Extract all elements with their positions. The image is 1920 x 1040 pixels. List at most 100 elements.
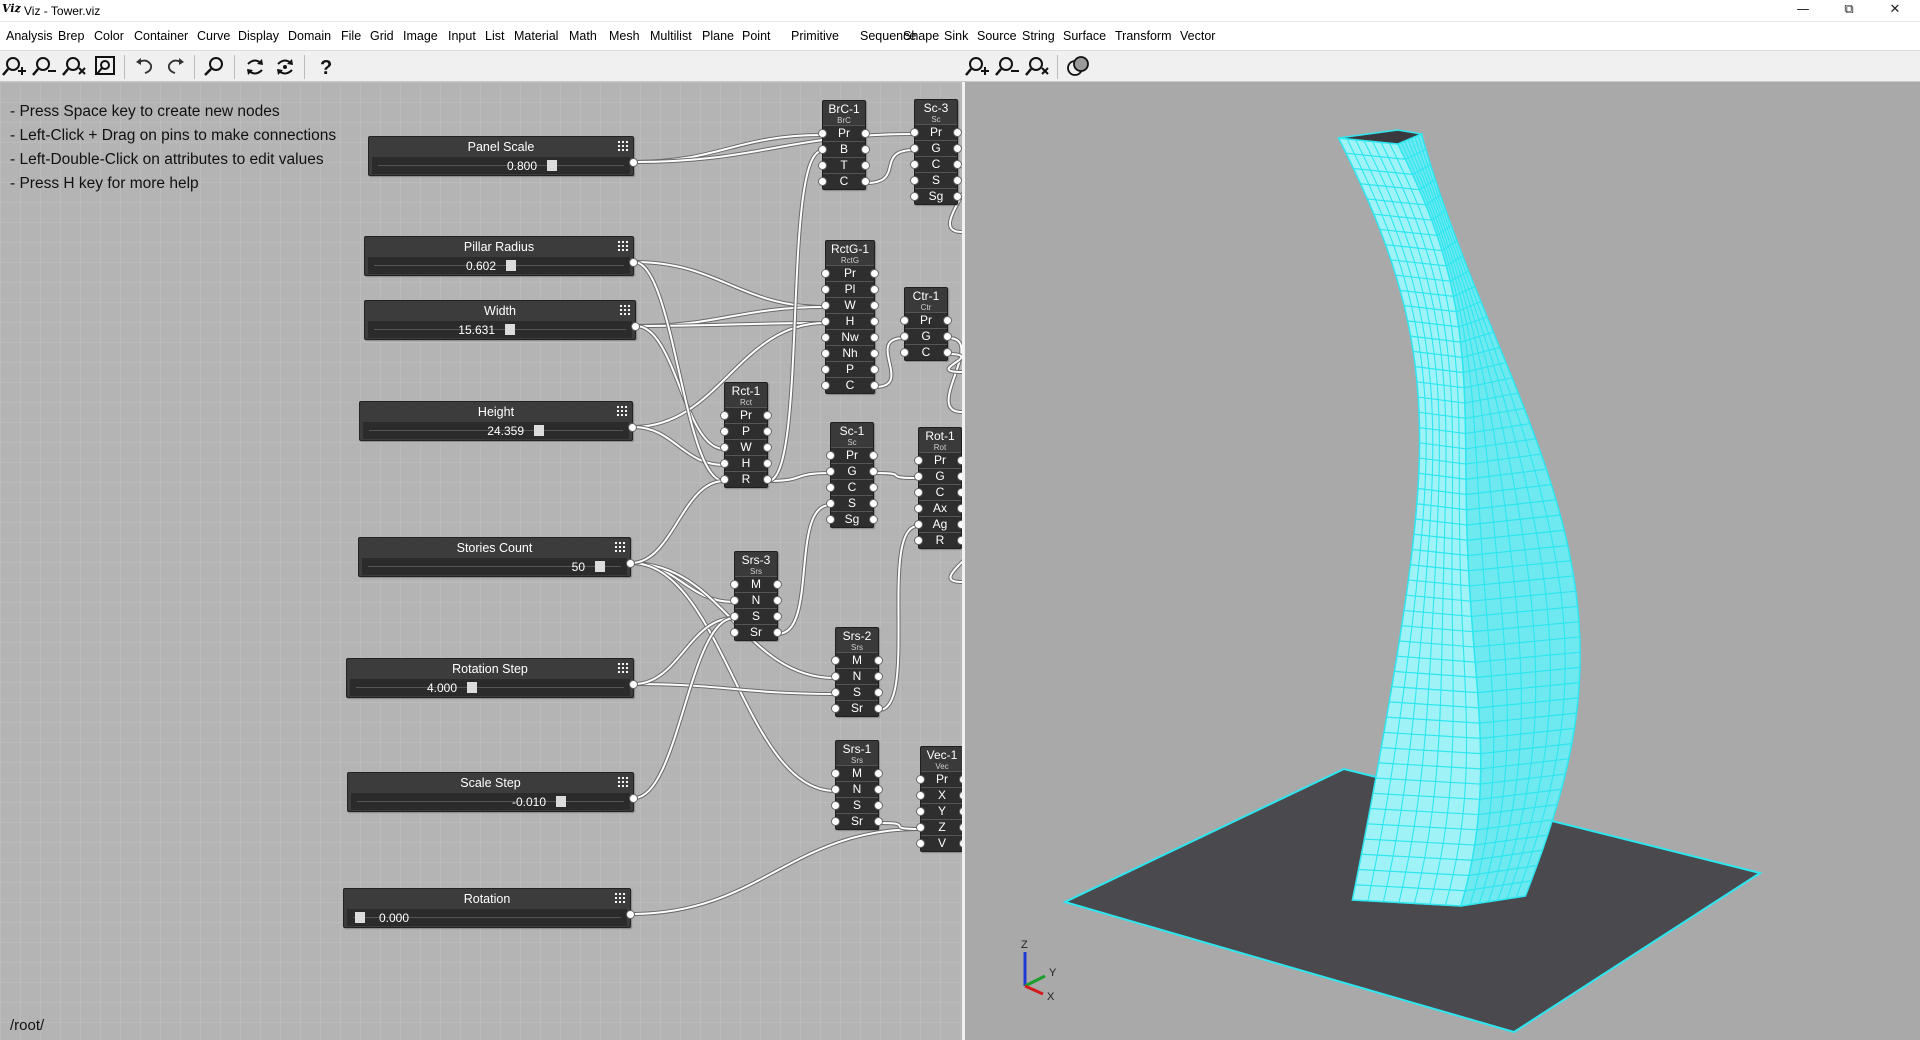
output-pin[interactable] (874, 801, 883, 810)
input-pin[interactable] (826, 483, 835, 492)
port-s[interactable]: S (831, 684, 883, 700)
input-pin[interactable] (916, 791, 925, 800)
port-s[interactable]: S (910, 172, 962, 188)
output-pin[interactable] (870, 285, 879, 294)
output-pin[interactable] (869, 515, 878, 524)
port-m[interactable]: M (730, 576, 782, 592)
slider-knob[interactable] (595, 561, 605, 572)
menu-file[interactable]: File (341, 29, 361, 43)
slider-node-rotation-step[interactable]: Rotation Step 4.000 (346, 658, 638, 698)
node-rct-1[interactable]: Rct-1 Rct Pr P W H R (720, 382, 772, 488)
output-pin[interactable] (874, 785, 883, 794)
port-z[interactable]: Z (916, 819, 962, 835)
zoom-fit-icon[interactable] (92, 54, 120, 80)
output-pin[interactable] (861, 177, 870, 186)
slider-value[interactable]: -0.010 (512, 795, 546, 809)
input-pin[interactable] (818, 129, 827, 138)
menu-surface[interactable]: Surface (1063, 29, 1106, 43)
viewport-shading-icon[interactable] (1065, 54, 1093, 80)
menu-display[interactable]: Display (238, 29, 279, 43)
input-pin[interactable] (910, 160, 919, 169)
help-icon[interactable]: ? (312, 54, 340, 80)
node-rctg-1[interactable]: RctG-1 RctG Pr Pl W H Nw Nh P C (821, 240, 879, 394)
input-pin[interactable] (910, 144, 919, 153)
output-pin[interactable] (629, 158, 638, 167)
port-pr[interactable]: Pr (720, 407, 772, 423)
output-pin[interactable] (870, 301, 879, 310)
node-srs-3[interactable]: Srs-3 Srs M N S Sr (730, 551, 782, 641)
menu-input[interactable]: Input (448, 29, 476, 43)
input-pin[interactable] (826, 499, 835, 508)
port-c[interactable]: C (914, 484, 962, 500)
input-pin[interactable] (914, 504, 923, 513)
input-pin[interactable] (720, 475, 729, 484)
slider-track[interactable]: 0.800 (372, 157, 630, 174)
refresh-all-icon[interactable] (272, 54, 300, 80)
input-pin[interactable] (821, 381, 830, 390)
slider-node-height[interactable]: Height 24.359 (359, 401, 637, 441)
input-pin[interactable] (831, 801, 840, 810)
output-pin[interactable] (869, 451, 878, 460)
output-pin[interactable] (628, 423, 637, 432)
menu-plane[interactable]: Plane (702, 29, 734, 43)
menu-brep[interactable]: Brep (58, 29, 84, 43)
output-pin[interactable] (629, 680, 638, 689)
port-h[interactable]: H (720, 455, 772, 471)
menu-image[interactable]: Image (403, 29, 438, 43)
output-pin[interactable] (626, 559, 635, 568)
menu-color[interactable]: Color (94, 29, 124, 43)
output-pin[interactable] (943, 332, 952, 341)
slider-node-scale-step[interactable]: Scale Step -0.010 (347, 772, 638, 812)
grip-icon[interactable] (617, 662, 629, 674)
port-c[interactable]: C (821, 377, 879, 393)
menu-list[interactable]: List (485, 29, 504, 43)
port-pr[interactable]: Pr (821, 265, 879, 281)
port-t[interactable]: T (818, 157, 870, 173)
menu-domain[interactable]: Domain (288, 29, 331, 43)
slider-knob[interactable] (534, 425, 544, 436)
input-pin[interactable] (916, 823, 925, 832)
input-pin[interactable] (831, 817, 840, 826)
slider-value[interactable]: 24.359 (487, 424, 524, 438)
input-pin[interactable] (821, 365, 830, 374)
output-pin[interactable] (763, 459, 772, 468)
output-pin[interactable] (869, 467, 878, 476)
slider-knob[interactable] (505, 324, 515, 335)
output-pin[interactable] (953, 144, 962, 153)
menu-material[interactable]: Material (514, 29, 558, 43)
input-pin[interactable] (826, 515, 835, 524)
output-pin[interactable] (773, 596, 782, 605)
input-pin[interactable] (821, 349, 830, 358)
port-w[interactable]: W (821, 297, 879, 313)
port-pr[interactable]: Pr (910, 124, 962, 140)
zoom-in-icon[interactable] (2, 54, 30, 80)
output-pin[interactable] (874, 817, 883, 826)
grip-icon[interactable] (617, 140, 629, 152)
output-pin[interactable] (861, 145, 870, 154)
port-sg[interactable]: Sg (910, 188, 962, 204)
port-y[interactable]: Y (916, 803, 962, 819)
output-pin[interactable] (953, 128, 962, 137)
slider-value[interactable]: 0.800 (507, 159, 537, 173)
output-pin[interactable] (870, 269, 879, 278)
output-pin[interactable] (626, 910, 635, 919)
slider-track[interactable]: 50 (362, 558, 627, 575)
output-pin[interactable] (763, 427, 772, 436)
output-pin[interactable] (953, 192, 962, 201)
port-pr[interactable]: Pr (818, 125, 870, 141)
input-pin[interactable] (914, 536, 923, 545)
input-pin[interactable] (821, 333, 830, 342)
port-g[interactable]: G (826, 463, 878, 479)
slider-knob[interactable] (547, 160, 557, 171)
port-g[interactable]: G (910, 140, 962, 156)
port-w[interactable]: W (720, 439, 772, 455)
input-pin[interactable] (821, 301, 830, 310)
output-pin[interactable] (631, 322, 640, 331)
slider-knob[interactable] (556, 796, 566, 807)
slider-track[interactable]: 0.000 (347, 909, 627, 926)
grip-icon[interactable] (614, 541, 626, 553)
slider-track[interactable]: 0.602 (368, 257, 630, 274)
restore-button[interactable]: ⧉ (1826, 0, 1872, 22)
menu-multilist[interactable]: Multilist (650, 29, 692, 43)
input-pin[interactable] (831, 688, 840, 697)
